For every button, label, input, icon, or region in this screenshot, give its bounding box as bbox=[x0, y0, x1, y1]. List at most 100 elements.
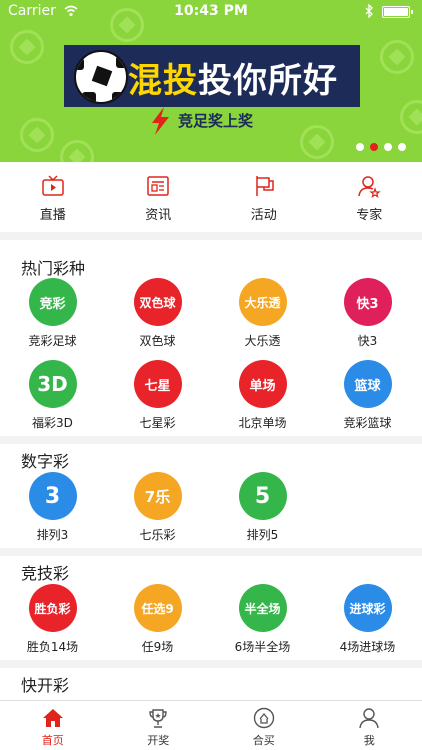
lottery-list: 热门彩种 竞彩 竞彩足球 双色球 双色球 大乐透 大乐透 快3 快3 3D 福彩… bbox=[0, 240, 422, 700]
bjdc-logo-icon: 单场 bbox=[238, 360, 287, 408]
carousel-dot-active[interactable] bbox=[370, 143, 378, 151]
quick-nav-label: 资讯 bbox=[145, 208, 172, 223]
jczq-logo-icon: 竞彩 bbox=[28, 278, 77, 326]
lightning-icon bbox=[152, 107, 169, 135]
game-bqc[interactable]: 半全场 6场半全场 bbox=[210, 584, 315, 655]
game-jczq[interactable]: 竞彩 竞彩足球 bbox=[0, 278, 105, 349]
section-divider bbox=[0, 436, 422, 444]
group-buy-icon bbox=[253, 707, 274, 729]
carousel-dot[interactable] bbox=[356, 143, 364, 151]
quick-nav-news[interactable]: 资讯 bbox=[106, 162, 212, 232]
ball-decoration bbox=[400, 100, 422, 134]
game-name: 任9场 bbox=[141, 640, 174, 654]
clock: 10:43 PM bbox=[174, 3, 248, 19]
carousel-dot[interactable] bbox=[398, 143, 406, 151]
game-name: 七乐彩 bbox=[139, 528, 176, 542]
tab-label: 开奖 bbox=[147, 734, 170, 747]
game-jclq[interactable]: 篮球 竞彩篮球 bbox=[315, 360, 420, 431]
game-dlt[interactable]: 大乐透 大乐透 bbox=[210, 278, 315, 349]
game-name: 北京单场 bbox=[238, 416, 287, 430]
news-icon bbox=[147, 176, 169, 196]
game-name: 大乐透 bbox=[244, 334, 281, 348]
qlc-logo-icon: 7乐 bbox=[133, 472, 182, 520]
section-title-sports: 竞技彩 bbox=[21, 564, 70, 583]
pl3-logo-icon: 3 bbox=[28, 472, 77, 520]
tab-bar: 首页 开奖 合买 我 bbox=[0, 700, 422, 750]
game-name: 6场半全场 bbox=[234, 640, 291, 654]
promo-title: 混投投你所好 bbox=[128, 61, 338, 101]
user-icon bbox=[359, 708, 379, 729]
tab-home[interactable]: 首页 bbox=[0, 701, 106, 750]
qxc-logo-icon: 七星 bbox=[133, 360, 182, 408]
carousel-dots[interactable] bbox=[356, 143, 406, 151]
app-screen: Carrier 10:43 PM 混投投你所好 竞足奖上奖 直播 资讯 活动 专… bbox=[0, 0, 422, 750]
tab-label: 首页 bbox=[41, 734, 64, 747]
k3-logo-icon: 快3 bbox=[343, 278, 392, 326]
ball-decoration bbox=[300, 125, 334, 159]
game-sf14[interactable]: 胜负彩 胜负14场 bbox=[0, 584, 105, 655]
game-name: 快3 bbox=[357, 334, 378, 348]
status-bar: Carrier 10:43 PM bbox=[0, 0, 422, 24]
section-divider bbox=[0, 660, 422, 668]
promo-banner[interactable]: Carrier 10:43 PM 混投投你所好 竞足奖上奖 bbox=[0, 0, 422, 162]
home-icon bbox=[42, 709, 63, 727]
jqc-logo-icon: 进球彩 bbox=[343, 584, 392, 632]
ssq-logo-icon: 双色球 bbox=[133, 278, 182, 326]
game-bjdc[interactable]: 单场 北京单场 bbox=[210, 360, 315, 431]
ball-decoration bbox=[60, 140, 94, 162]
promo-subtitle: 竞足奖上奖 bbox=[178, 112, 254, 130]
game-name: 七星彩 bbox=[139, 416, 176, 430]
quick-nav-label: 直播 bbox=[39, 208, 66, 223]
game-ssq[interactable]: 双色球 双色球 bbox=[105, 278, 210, 349]
tab-label: 合买 bbox=[252, 734, 275, 747]
bluetooth-icon bbox=[365, 4, 373, 18]
tab-group-buy[interactable]: 合买 bbox=[211, 701, 317, 750]
r9-logo-icon: 任选9 bbox=[133, 584, 182, 632]
game-name: 双色球 bbox=[139, 334, 176, 348]
quick-nav-label: 活动 bbox=[250, 208, 277, 223]
expert-icon bbox=[358, 176, 381, 198]
quick-nav-activity[interactable]: 活动 bbox=[211, 162, 317, 232]
game-name: 排列5 bbox=[246, 528, 279, 542]
game-name: 竞彩篮球 bbox=[343, 416, 392, 430]
game-fc3d[interactable]: 3D 福彩3D bbox=[0, 360, 105, 431]
game-k3[interactable]: 快3 快3 bbox=[315, 278, 420, 349]
game-name: 胜负14场 bbox=[26, 640, 79, 654]
flag-icon bbox=[256, 176, 274, 196]
fc3d-logo-icon: 3D bbox=[28, 360, 77, 408]
tab-label: 我 bbox=[363, 734, 375, 747]
game-jqc[interactable]: 进球彩 4场进球场 bbox=[315, 584, 420, 655]
carousel-dot[interactable] bbox=[384, 143, 392, 151]
game-name: 竞彩足球 bbox=[28, 334, 77, 348]
section-title-fast: 快开彩 bbox=[21, 676, 70, 695]
jclq-logo-icon: 篮球 bbox=[343, 360, 392, 408]
ball-decoration bbox=[10, 30, 44, 64]
quick-nav-label: 专家 bbox=[356, 208, 383, 223]
game-qxc[interactable]: 七星 七星彩 bbox=[105, 360, 210, 431]
pl5-logo-icon: 5 bbox=[238, 472, 287, 520]
game-name: 排列3 bbox=[36, 528, 69, 542]
game-r9[interactable]: 任选9 任9场 bbox=[105, 584, 210, 655]
tv-icon bbox=[42, 175, 64, 196]
battery-icon bbox=[382, 6, 413, 18]
game-name: 福彩3D bbox=[32, 416, 73, 430]
quick-nav-live[interactable]: 直播 bbox=[0, 162, 106, 232]
section-title-digital: 数字彩 bbox=[21, 452, 70, 471]
dlt-logo-icon: 大乐透 bbox=[238, 278, 287, 326]
sf14-logo-icon: 胜负彩 bbox=[28, 584, 77, 632]
game-qlc[interactable]: 7乐 七乐彩 bbox=[105, 472, 210, 543]
section-title-hot: 热门彩种 bbox=[21, 259, 86, 278]
game-pl5[interactable]: 5 排列5 bbox=[210, 472, 315, 543]
soccer-ball-icon bbox=[74, 50, 128, 104]
ball-decoration bbox=[380, 40, 414, 74]
quick-nav: 直播 资讯 活动 专家 bbox=[0, 162, 422, 232]
trophy-icon bbox=[149, 709, 167, 728]
game-pl3[interactable]: 3 排列3 bbox=[0, 472, 105, 543]
game-name: 4场进球场 bbox=[339, 640, 396, 654]
section-divider bbox=[0, 548, 422, 556]
tab-me[interactable]: 我 bbox=[317, 701, 422, 750]
ball-decoration bbox=[20, 118, 54, 152]
tab-draw[interactable]: 开奖 bbox=[106, 701, 212, 750]
quick-nav-expert[interactable]: 专家 bbox=[317, 162, 422, 232]
bqc-logo-icon: 半全场 bbox=[238, 584, 287, 632]
